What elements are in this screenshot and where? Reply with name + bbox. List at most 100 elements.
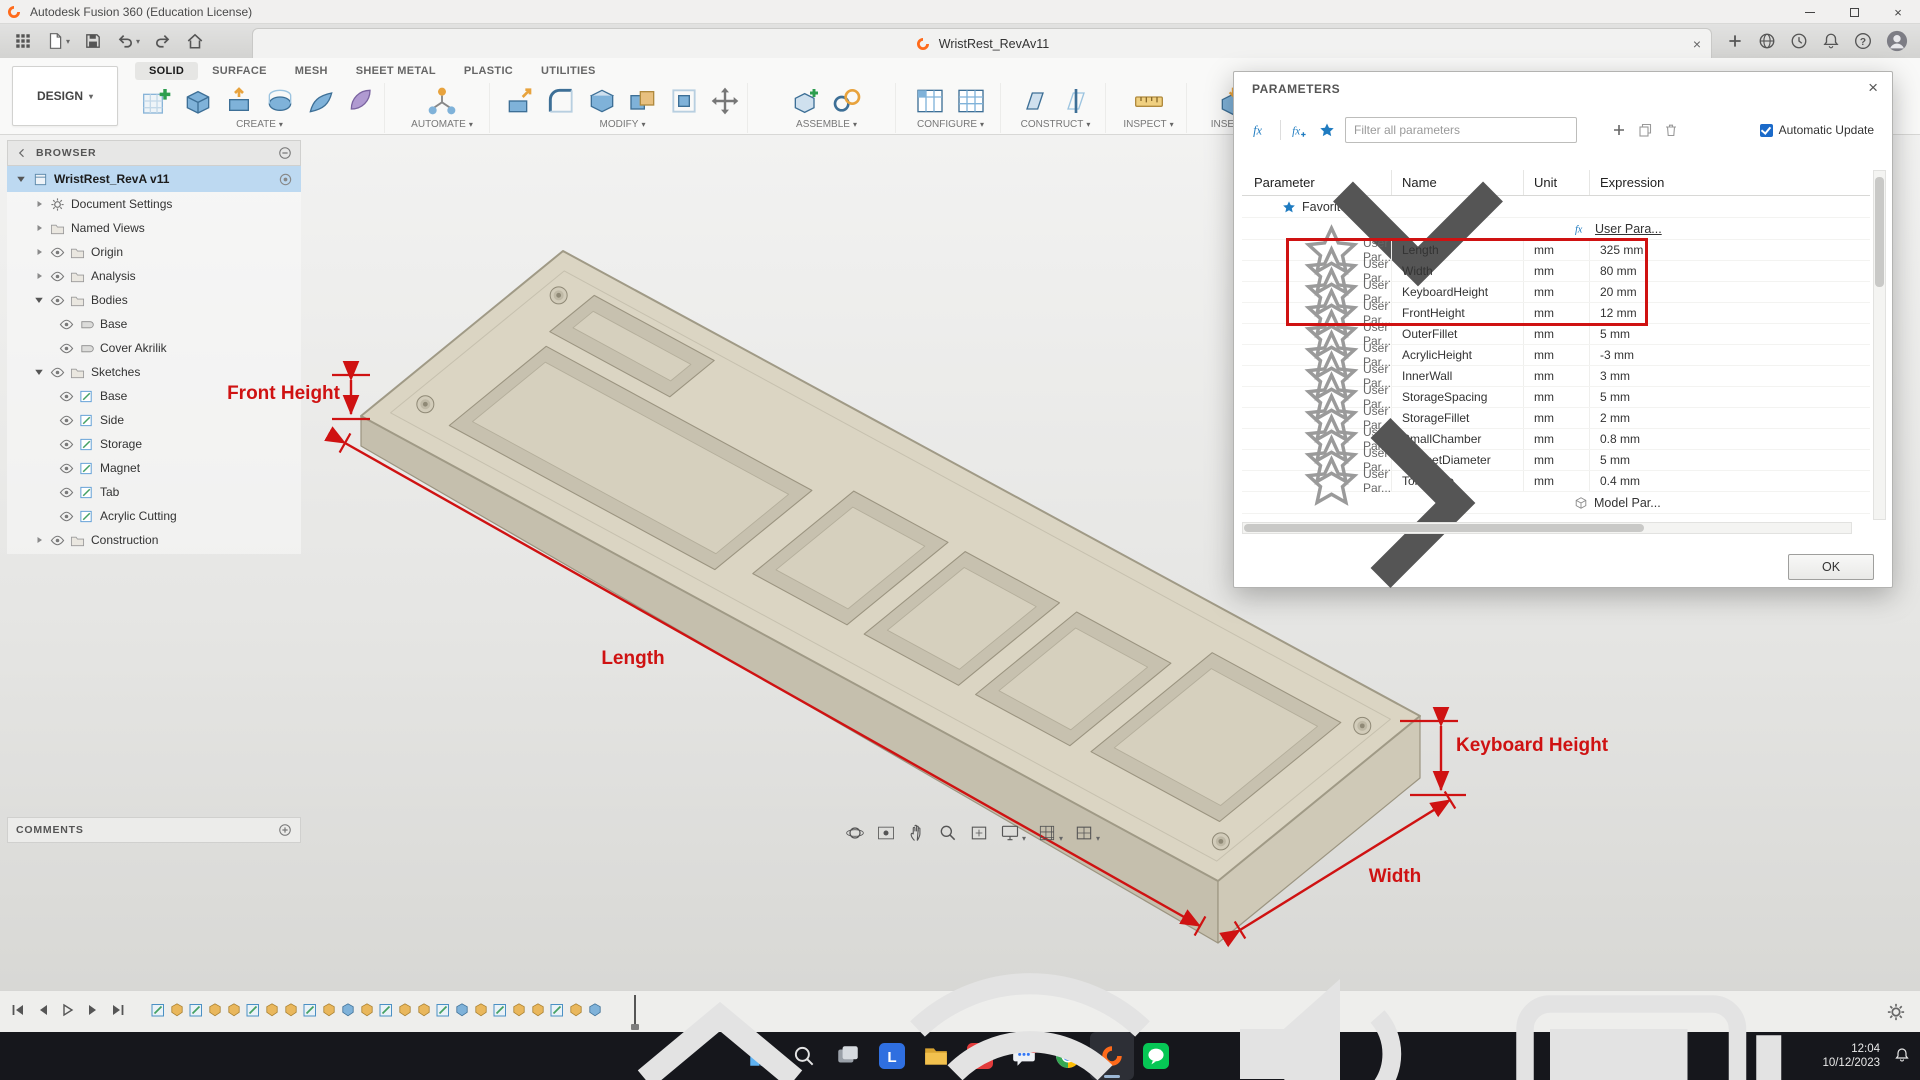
timeline-feature-icon[interactable] xyxy=(283,1002,299,1023)
column-header-expression[interactable]: Expression xyxy=(1590,170,1870,195)
add-parameter-icon[interactable] xyxy=(1611,122,1627,138)
timeline-feature-icon[interactable] xyxy=(549,1002,565,1023)
save-button[interactable] xyxy=(84,32,102,50)
display-settings-nav-button[interactable]: ▾ xyxy=(1000,823,1026,843)
dialog-vertical-scrollbar[interactable] xyxy=(1873,170,1886,520)
parameter-expression[interactable]: -3 mm xyxy=(1600,348,1634,362)
axis-tool-button[interactable] xyxy=(1060,85,1092,117)
visibility-eye-icon[interactable] xyxy=(59,389,74,404)
timeline-feature-icon[interactable] xyxy=(416,1002,432,1023)
sweep-tool-button[interactable] xyxy=(305,85,337,117)
parameter-expression[interactable]: 80 mm xyxy=(1600,264,1637,278)
recent-button[interactable] xyxy=(1790,32,1808,50)
fit-view-nav-button[interactable] xyxy=(969,823,989,843)
workspace-selector[interactable]: DESIGN ▾ xyxy=(12,66,118,126)
viewports-nav-button[interactable]: ▾ xyxy=(1074,823,1100,843)
undo-button[interactable]: ▾ xyxy=(116,32,140,50)
revolve-tool-button[interactable] xyxy=(264,85,296,117)
ok-button[interactable]: OK xyxy=(1788,554,1874,580)
ribbon-tab-mesh[interactable]: MESH xyxy=(281,62,342,80)
timeline-feature-icon[interactable] xyxy=(435,1002,451,1023)
primitive-box-tool-button[interactable] xyxy=(182,85,214,117)
redo-button[interactable] xyxy=(154,32,172,50)
timeline-feature-icon[interactable] xyxy=(492,1002,508,1023)
timeline-feature-icon[interactable] xyxy=(454,1002,470,1023)
help-button[interactable]: ? xyxy=(1854,32,1872,50)
new-component-tool-button[interactable] xyxy=(790,85,822,117)
measure-tool-button[interactable] xyxy=(1133,85,1165,117)
visibility-eye-icon[interactable] xyxy=(50,533,65,548)
comments-bar[interactable]: COMMENTS xyxy=(7,817,301,843)
visibility-eye-icon[interactable] xyxy=(59,437,74,452)
ribbon-group-label-inspect[interactable]: INSPECT▾ xyxy=(1123,119,1173,130)
parameter-expression[interactable]: 0.4 mm xyxy=(1600,474,1640,488)
browser-item-bodies[interactable]: Bodies xyxy=(7,288,301,312)
visibility-eye-icon[interactable] xyxy=(59,341,74,356)
config-table-tool-button[interactable] xyxy=(955,85,987,117)
model-parameters-group-row[interactable]: Model Par... xyxy=(1242,492,1870,514)
notification-bell-icon[interactable] xyxy=(1894,1047,1910,1063)
close-tab-icon[interactable]: × xyxy=(1693,36,1701,52)
visibility-eye-icon[interactable] xyxy=(50,245,65,260)
look-at-nav-button[interactable] xyxy=(876,823,896,843)
browser-item-named-views[interactable]: Named Views xyxy=(7,216,301,240)
triangle-right-icon[interactable] xyxy=(33,198,45,210)
offset-tool-button[interactable] xyxy=(668,85,700,117)
visibility-eye-icon[interactable] xyxy=(59,461,74,476)
combine-tool-button[interactable] xyxy=(627,85,659,117)
app-grid-button[interactable] xyxy=(14,32,32,50)
automatic-update-checkbox[interactable] xyxy=(1760,124,1773,137)
ribbon-group-label-modify[interactable]: MODIFY▾ xyxy=(600,119,646,130)
shell-tool-button[interactable] xyxy=(586,85,618,117)
ribbon-tab-solid[interactable]: SOLID xyxy=(135,62,198,80)
browser-item-magnet[interactable]: Magnet xyxy=(7,456,301,480)
timeline-skip-start-button[interactable] xyxy=(10,1002,26,1023)
move-tool-button[interactable] xyxy=(709,85,741,117)
visibility-eye-icon[interactable] xyxy=(59,485,74,500)
orbit-nav-button[interactable] xyxy=(845,823,865,843)
timeline-feature-icon[interactable] xyxy=(473,1002,489,1023)
browser-item-acrylic-cutting[interactable]: Acrylic Cutting xyxy=(7,504,301,528)
minimize-button[interactable] xyxy=(1788,0,1832,24)
triangle-down-icon[interactable] xyxy=(33,294,45,306)
browser-item-cover-akrilik[interactable]: Cover Akrilik xyxy=(7,336,301,360)
visibility-eye-icon[interactable] xyxy=(59,413,74,428)
fillet-tool-button[interactable] xyxy=(545,85,577,117)
timeline-feature-icon[interactable] xyxy=(511,1002,527,1023)
timeline-settings-gear-icon[interactable] xyxy=(1886,1002,1906,1022)
timeline-step-forward-button[interactable] xyxy=(85,1002,101,1023)
extrude-tool-button[interactable] xyxy=(223,85,255,117)
ribbon-group-label-construct[interactable]: CONSTRUCT▾ xyxy=(1021,119,1091,130)
timeline-feature-icon[interactable] xyxy=(378,1002,394,1023)
taskbar-clock[interactable]: 12:04 10/12/2023 xyxy=(1822,1032,1880,1080)
triangle-right-icon[interactable] xyxy=(33,270,45,282)
ribbon-tab-utilities[interactable]: UTILITIES xyxy=(527,62,610,80)
visibility-eye-icon[interactable] xyxy=(50,293,65,308)
maximize-button[interactable] xyxy=(1832,0,1876,24)
browser-item-construction[interactable]: Construction xyxy=(7,528,301,552)
dialog-horizontal-scrollbar[interactable] xyxy=(1242,522,1852,534)
parameter-expression[interactable]: 12 mm xyxy=(1600,306,1637,320)
parameter-expression[interactable]: 0.8 mm xyxy=(1600,432,1640,446)
triangle-right-icon[interactable] xyxy=(33,222,45,234)
automate-tool-button[interactable] xyxy=(426,85,458,117)
copy-parameter-icon[interactable] xyxy=(1637,122,1653,138)
triangle-down-icon[interactable] xyxy=(33,366,45,378)
zoom-tool-nav-button[interactable] xyxy=(938,823,958,843)
browser-item-document-settings[interactable]: Document Settings xyxy=(7,192,301,216)
close-button[interactable]: × xyxy=(1876,0,1920,24)
delete-parameter-icon[interactable] xyxy=(1663,122,1679,138)
browser-item-analysis[interactable]: Analysis xyxy=(7,264,301,288)
tray-chevron-up-icon[interactable] xyxy=(570,904,870,1080)
timeline-skip-end-button[interactable] xyxy=(110,1002,126,1023)
new-tab-button[interactable] xyxy=(1726,32,1744,50)
browser-root-component[interactable]: WristRest_RevA v11 xyxy=(7,166,301,192)
browser-item-tab[interactable]: Tab xyxy=(7,480,301,504)
browser-item-origin[interactable]: Origin xyxy=(7,240,301,264)
parameter-expression[interactable]: 325 mm xyxy=(1600,243,1643,257)
ribbon-tab-sheet-metal[interactable]: SHEET METAL xyxy=(342,62,450,80)
timeline-feature-icon[interactable] xyxy=(530,1002,546,1023)
tray-volume-icon[interactable] xyxy=(1190,904,1490,1080)
browser-home-button[interactable] xyxy=(1758,32,1776,50)
timeline-play-button[interactable] xyxy=(60,1002,76,1023)
